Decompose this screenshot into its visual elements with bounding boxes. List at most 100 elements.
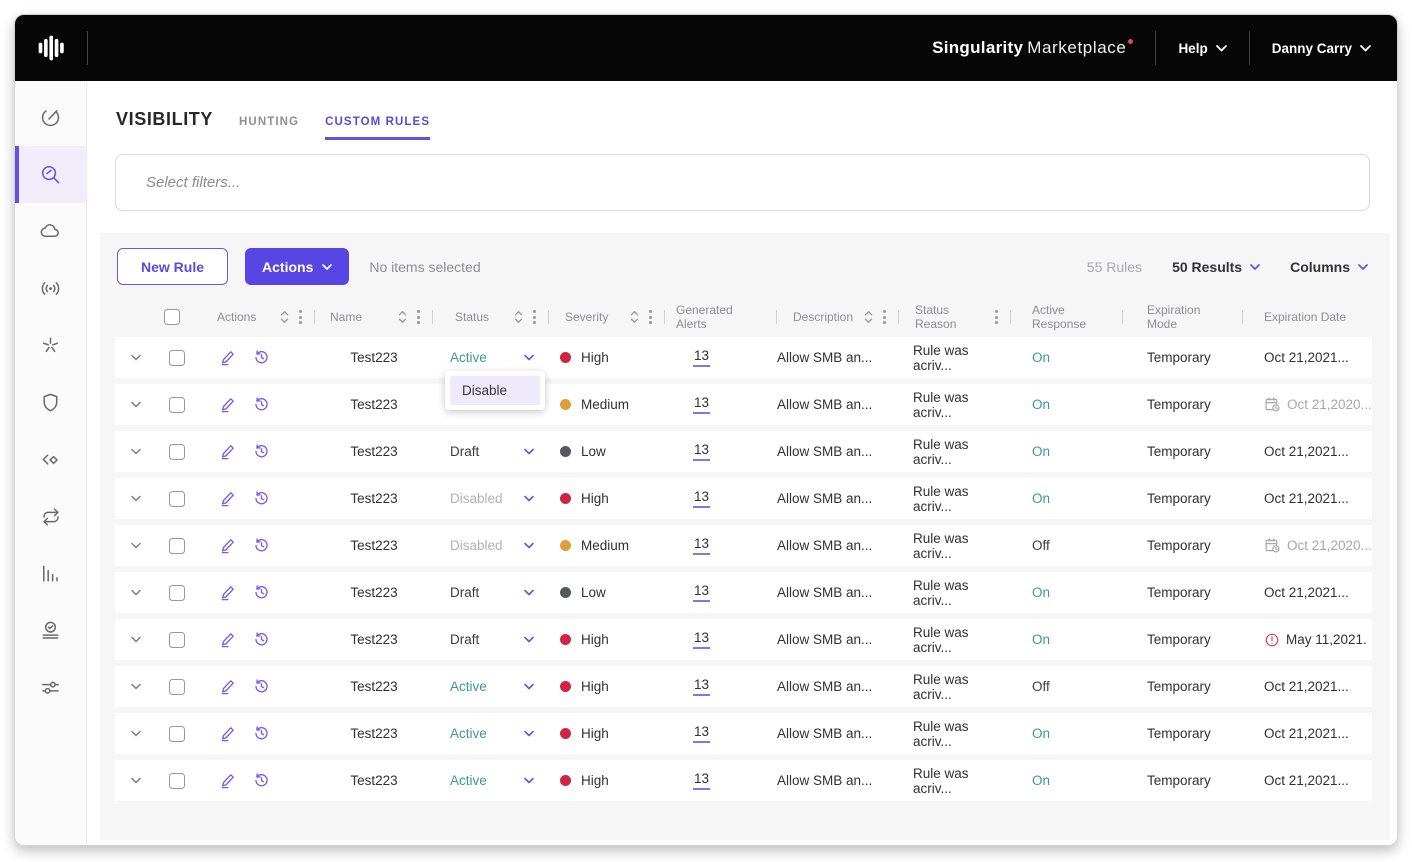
filter-input[interactable]: Select filters... <box>115 154 1370 211</box>
tab-hunting[interactable]: HUNTING <box>239 116 299 137</box>
generated-alerts-link[interactable]: 13 <box>693 771 710 790</box>
column-header-status-reason[interactable]: Status Reason <box>899 301 1011 333</box>
sidebar-item-sync[interactable] <box>15 488 86 545</box>
rule-status-cell[interactable]: Draft <box>433 444 549 459</box>
sentinelone-logo[interactable] <box>15 33 87 63</box>
new-rule-button[interactable]: New Rule <box>117 248 228 285</box>
rule-status-cell[interactable]: Draft <box>433 585 549 600</box>
column-menu-icon[interactable] <box>881 308 888 326</box>
edit-rule-icon[interactable] <box>218 771 237 790</box>
column-header-name[interactable]: Name <box>315 301 433 333</box>
row-checkbox[interactable] <box>169 397 185 413</box>
sort-icon[interactable] <box>630 310 639 324</box>
row-expand-chevron-icon[interactable] <box>131 683 141 690</box>
row-expand-chevron-icon[interactable] <box>131 495 141 502</box>
rule-history-icon[interactable] <box>252 771 271 790</box>
rule-history-icon[interactable] <box>252 489 271 508</box>
rule-status-cell[interactable]: Active <box>433 679 549 694</box>
row-expand-chevron-icon[interactable] <box>131 354 141 361</box>
sort-icon[interactable] <box>398 310 407 324</box>
edit-rule-icon[interactable] <box>218 395 237 414</box>
sidebar-item-deploy[interactable] <box>15 431 86 488</box>
rule-status-cell[interactable]: Active <box>433 726 549 741</box>
rule-status-cell[interactable]: Active <box>433 773 549 788</box>
rule-history-icon[interactable] <box>252 348 271 367</box>
tab-custom-rules[interactable]: CUSTOM RULES <box>325 116 430 140</box>
sidebar-item-settings[interactable] <box>15 659 86 716</box>
sidebar-item-dashboard[interactable] <box>15 89 86 146</box>
column-header-active-response[interactable]: Active Response <box>1011 301 1123 333</box>
row-expand-chevron-icon[interactable] <box>131 401 141 408</box>
rule-history-icon[interactable] <box>252 442 271 461</box>
column-menu-icon[interactable] <box>415 308 422 326</box>
columns-dropdown[interactable]: Columns <box>1290 259 1368 275</box>
column-header-description[interactable]: Description <box>777 301 899 333</box>
column-menu-icon[interactable] <box>647 308 654 326</box>
rule-history-icon[interactable] <box>252 583 271 602</box>
row-checkbox[interactable] <box>169 491 185 507</box>
row-expand-chevron-icon[interactable] <box>131 777 141 784</box>
row-checkbox[interactable] <box>169 350 185 366</box>
status-chevron-icon[interactable] <box>524 683 534 690</box>
row-checkbox[interactable] <box>169 773 185 789</box>
rule-history-icon[interactable] <box>252 536 271 555</box>
edit-rule-icon[interactable] <box>218 583 237 602</box>
sidebar-item-reports[interactable] <box>15 545 86 602</box>
generated-alerts-link[interactable]: 13 <box>693 677 710 696</box>
sidebar-item-automation[interactable] <box>15 317 86 374</box>
status-chevron-icon[interactable] <box>524 777 534 784</box>
edit-rule-icon[interactable] <box>218 630 237 649</box>
sort-icon[interactable] <box>280 310 289 324</box>
column-header-status[interactable]: Status <box>433 301 549 333</box>
generated-alerts-link[interactable]: 13 <box>693 630 710 649</box>
row-expand-chevron-icon[interactable] <box>131 542 141 549</box>
generated-alerts-link[interactable]: 13 <box>693 724 710 743</box>
rule-status-cell[interactable]: Disabled <box>433 538 549 553</box>
edit-rule-icon[interactable] <box>218 677 237 696</box>
results-per-page-dropdown[interactable]: 50 Results <box>1172 259 1260 275</box>
status-chevron-icon[interactable] <box>524 589 534 596</box>
row-checkbox[interactable] <box>169 726 185 742</box>
column-header-generated-alerts[interactable]: Generated Alerts <box>665 301 777 333</box>
rule-status-cell[interactable]: Disabled <box>433 491 549 506</box>
edit-rule-icon[interactable] <box>218 724 237 743</box>
row-expand-chevron-icon[interactable] <box>131 448 141 455</box>
status-chevron-icon[interactable] <box>524 354 534 361</box>
rule-history-icon[interactable] <box>252 630 271 649</box>
status-chevron-icon[interactable] <box>524 448 534 455</box>
column-header-expiration-mode[interactable]: Expiration Mode <box>1123 301 1243 333</box>
edit-rule-icon[interactable] <box>218 348 237 367</box>
generated-alerts-link[interactable]: 13 <box>693 395 710 414</box>
generated-alerts-link[interactable]: 13 <box>693 536 710 555</box>
actions-button[interactable]: Actions <box>245 248 349 285</box>
sidebar-item-visibility[interactable] <box>15 146 86 203</box>
sort-icon[interactable] <box>514 310 523 324</box>
row-expand-chevron-icon[interactable] <box>131 730 141 737</box>
sidebar-item-protection[interactable] <box>15 374 86 431</box>
rule-history-icon[interactable] <box>252 677 271 696</box>
status-chevron-icon[interactable] <box>524 495 534 502</box>
row-checkbox[interactable] <box>169 585 185 601</box>
sidebar-item-activity[interactable] <box>15 602 86 659</box>
rule-status-cell[interactable]: Draft <box>433 632 549 647</box>
rule-history-icon[interactable] <box>252 395 271 414</box>
edit-rule-icon[interactable] <box>218 536 237 555</box>
generated-alerts-link[interactable]: 13 <box>693 583 710 602</box>
row-checkbox[interactable] <box>169 444 185 460</box>
help-menu-button[interactable]: Help <box>1178 41 1226 56</box>
generated-alerts-link[interactable]: 13 <box>693 442 710 461</box>
column-menu-icon[interactable] <box>993 308 1000 326</box>
row-expand-chevron-icon[interactable] <box>131 636 141 643</box>
status-chevron-icon[interactable] <box>524 542 534 549</box>
generated-alerts-link[interactable]: 13 <box>693 489 710 508</box>
rule-status-cell[interactable]: Active <box>433 350 549 365</box>
select-all-checkbox[interactable] <box>164 309 180 325</box>
rule-history-icon[interactable] <box>252 724 271 743</box>
column-header-actions[interactable]: Actions <box>197 301 315 333</box>
edit-rule-icon[interactable] <box>218 442 237 461</box>
status-chevron-icon[interactable] <box>524 730 534 737</box>
sort-icon[interactable] <box>864 310 873 324</box>
edit-rule-icon[interactable] <box>218 489 237 508</box>
row-checkbox[interactable] <box>169 538 185 554</box>
sidebar-item-cloud[interactable] <box>15 203 86 260</box>
